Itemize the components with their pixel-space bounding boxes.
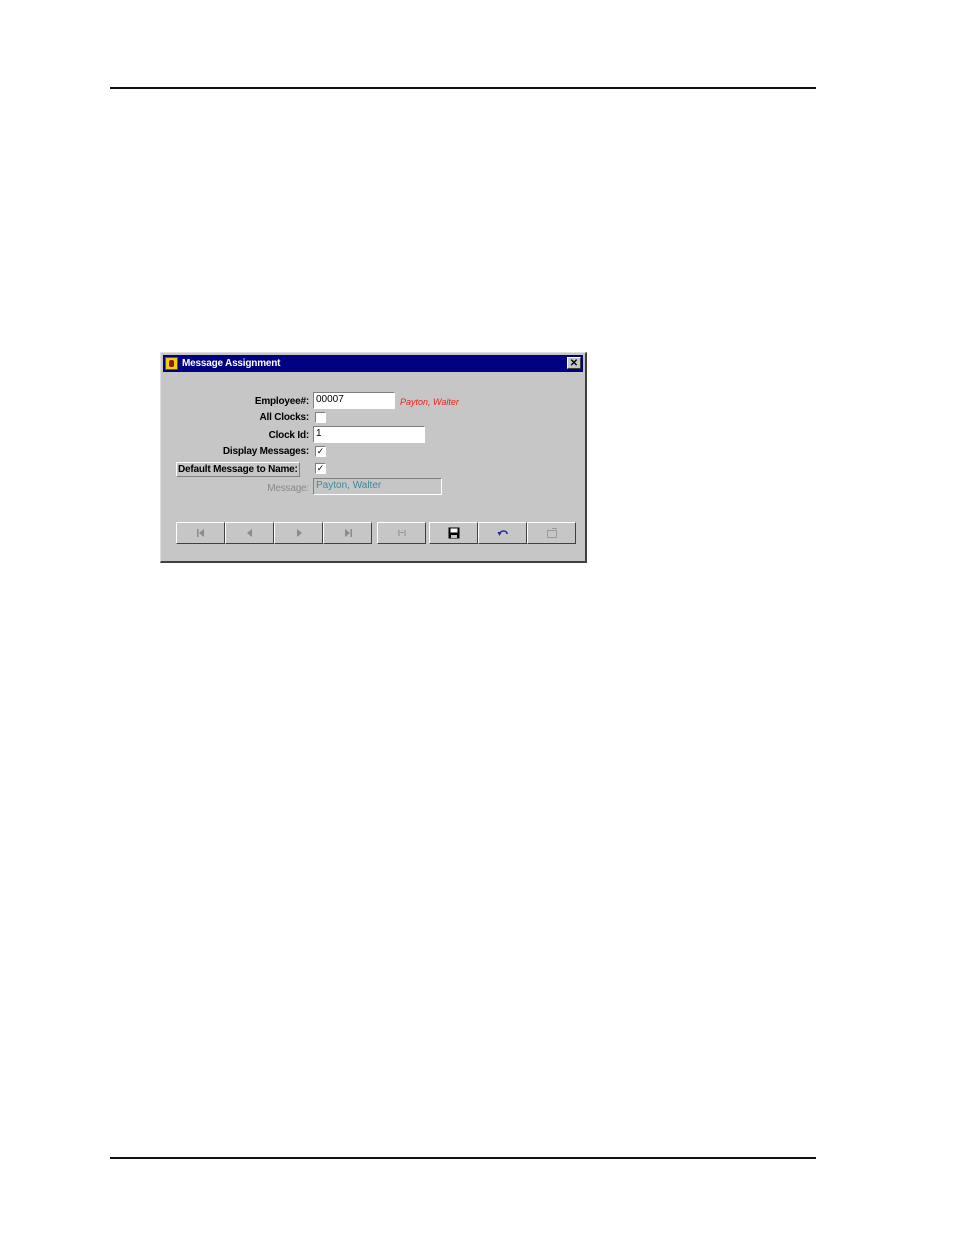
new-record-icon <box>546 528 557 538</box>
all-clocks-checkbox[interactable] <box>315 412 326 423</box>
next-record-button[interactable] <box>274 522 323 544</box>
last-record-icon <box>344 529 352 537</box>
save-button[interactable] <box>429 522 478 544</box>
footer-rule <box>110 1157 816 1159</box>
close-button[interactable]: ✕ <box>567 357 581 369</box>
default-message-checkbox[interactable]: ✓ <box>315 463 326 474</box>
undo-button[interactable] <box>478 522 527 544</box>
new-record-button[interactable] <box>527 522 576 544</box>
clock-id-field[interactable]: 1 <box>313 426 425 443</box>
all-clocks-label: All Clocks: <box>259 412 310 423</box>
message-field[interactable]: Payton, Walter <box>313 478 442 495</box>
save-icon <box>448 527 459 539</box>
display-messages-checkbox[interactable]: ✓ <box>315 446 326 457</box>
display-messages-label: Display Messages: <box>222 446 309 457</box>
last-record-button[interactable] <box>323 522 372 544</box>
app-icon <box>165 357 178 370</box>
undo-icon <box>497 530 508 536</box>
clock-id-label: Clock Id: <box>268 430 310 441</box>
employee-field[interactable]: 00007 <box>313 392 395 409</box>
previous-record-icon <box>246 529 252 537</box>
find-toolbar <box>377 522 426 544</box>
default-message-label: Default Message to Name: <box>176 462 300 477</box>
header-rule <box>110 87 816 89</box>
title-bar[interactable]: Message Assignment ✕ <box>163 355 583 372</box>
message-label: Message: <box>267 483 309 494</box>
first-record-icon <box>196 529 204 537</box>
edit-toolbar <box>429 522 576 544</box>
window-title: Message Assignment <box>182 358 281 369</box>
find-icon <box>398 530 405 536</box>
first-record-button[interactable] <box>176 522 225 544</box>
previous-record-button[interactable] <box>225 522 274 544</box>
employee-name: Payton, Walter <box>400 397 459 407</box>
next-record-icon <box>296 529 302 537</box>
employee-label: Employee#: <box>254 396 309 407</box>
find-button[interactable] <box>377 522 426 544</box>
navigation-toolbar <box>176 522 372 544</box>
